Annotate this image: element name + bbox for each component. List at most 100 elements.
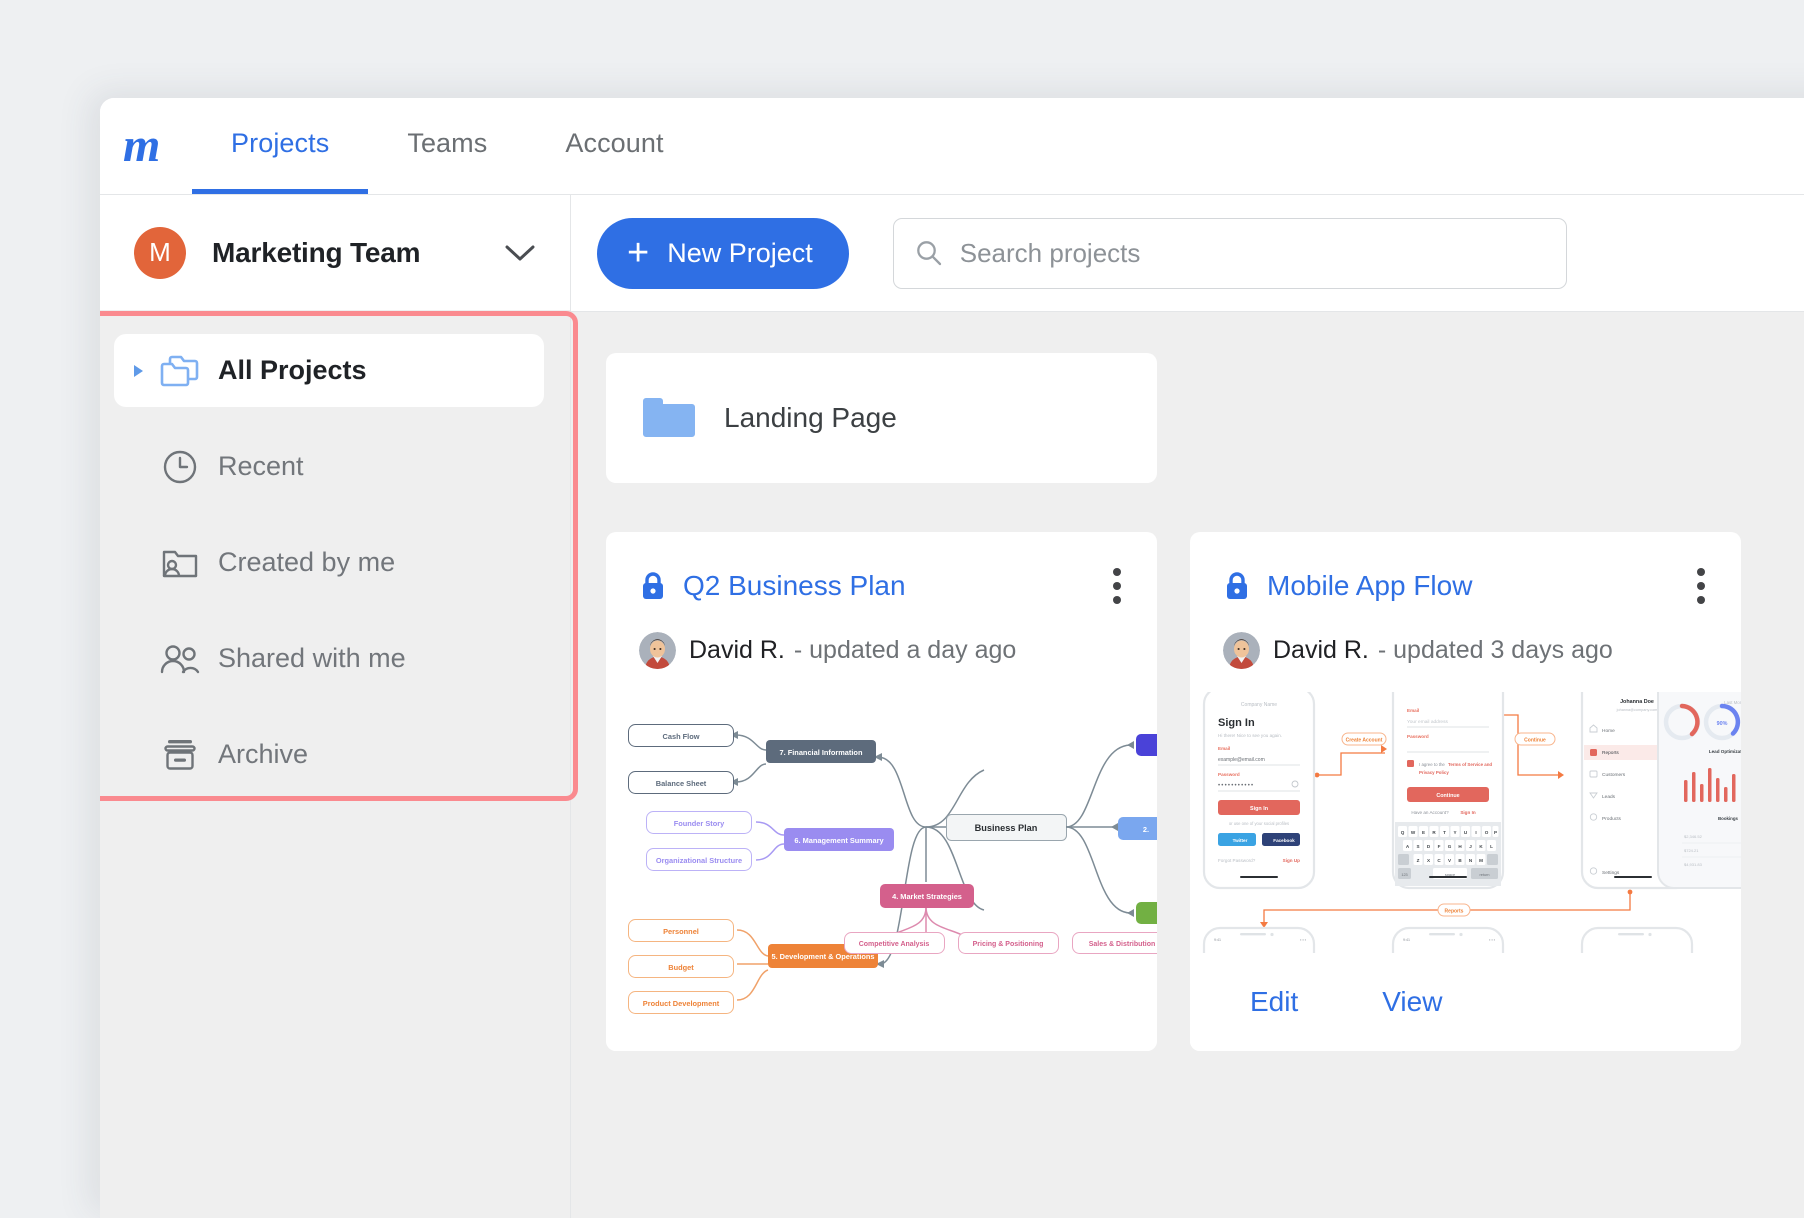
main-content: + New Project [571,195,1804,1218]
author-name: David R. [1273,636,1369,665]
svg-text:Home: Home [1602,728,1615,734]
svg-text:J: J [1469,844,1472,849]
sidebar-item-all-projects[interactable]: All Projects [114,334,544,407]
svg-text:Reports: Reports [1445,909,1464,915]
svg-text:return: return [1480,873,1490,877]
svg-text:T: T [1443,830,1446,835]
svg-text:I: I [1475,830,1476,835]
svg-text:Pricing & Positioning: Pricing & Positioning [973,941,1044,948]
svg-text:Balance Sheet: Balance Sheet [656,779,707,788]
svg-text:Create Account: Create Account [1346,738,1383,744]
svg-text:Product Development: Product Development [643,999,720,1008]
mindmeister-logo-icon[interactable]: m [100,98,192,194]
sidebar-item-all-projects-label: All Projects [218,355,367,386]
svg-text:F: F [1438,844,1441,849]
team-switcher[interactable]: M Marketing Team [100,195,570,310]
avatar [639,632,676,669]
svg-text:4. Market Strategies: 4. Market Strategies [892,892,962,901]
svg-text:Reports: Reports [1602,750,1619,756]
tab-projects[interactable]: Projects [192,98,368,194]
svg-text:Have an Account?: Have an Account? [1411,810,1449,815]
sidebar: M Marketing Team [100,195,571,1218]
project-card-mobile-app-flow[interactable]: Mobile App Flow [1190,532,1741,1051]
svg-text:Continue: Continue [1436,793,1459,799]
card-meta: David R. - updated 3 days ago [1190,610,1741,669]
team-name-label: Marketing Team [212,237,504,269]
svg-text:Sign In: Sign In [1460,810,1476,815]
sidebar-item-created-by-me[interactable]: Created by me [114,526,544,599]
svg-text:S: S [1416,844,1419,849]
svg-text:Products: Products [1602,816,1622,822]
svg-text:G: G [1448,844,1452,849]
svg-text:Terms of Service and: Terms of Service and [1448,762,1492,767]
main-toolbar: + New Project [571,195,1804,312]
svg-text:johanna@company.com: johanna@company.com [1616,708,1658,712]
svg-text:Customers: Customers [1602,772,1626,778]
kebab-menu-icon[interactable] [1689,562,1713,610]
svg-text:123: 123 [1401,873,1407,877]
search-field-wrapper[interactable] [893,218,1567,289]
project-thumbnail-mindmap: 7. Financial Information Cash Flow Balan… [606,692,1157,1051]
card-header: Q2 Business Plan [606,532,1157,610]
svg-text:Sign In: Sign In [1250,806,1268,812]
svg-text:W: W [1411,830,1416,835]
svg-text:90%: 90% [1717,721,1728,727]
svg-text:Last Month: Last Month [1724,700,1741,705]
svg-text:Founder Story: Founder Story [674,819,725,828]
avatar [1223,632,1260,669]
folder-card-landing-page[interactable]: Landing Page [606,353,1157,483]
card-meta: David R. - updated a day ago [606,610,1157,669]
folder-name-label: Landing Page [724,402,897,434]
chevron-down-icon[interactable] [504,243,542,263]
svg-text:Personnel: Personnel [663,927,699,936]
plus-icon: + [627,234,649,272]
svg-text:Email: Email [1407,708,1419,713]
project-card-q2-business-plan[interactable]: Q2 Business Plan [606,532,1157,1051]
tab-teams[interactable]: Teams [368,98,526,194]
view-button[interactable]: View [1382,986,1442,1018]
svg-text:Johanna Doe: Johanna Doe [1620,699,1654,705]
svg-text:Bookings: Bookings [1718,816,1739,821]
svg-text:Z: Z [1417,858,1420,863]
lock-icon [639,570,667,602]
new-project-label: New Project [667,238,813,269]
svg-text:Settings: Settings [1602,870,1620,876]
svg-text:Facebook: Facebook [1273,838,1295,843]
tab-projects-label: Projects [231,128,329,159]
project-title-link[interactable]: Mobile App Flow [1267,570,1472,602]
search-input[interactable] [960,238,1546,269]
project-cards-row: Q2 Business Plan [606,532,1804,1051]
sidebar-item-created-by-me-label: Created by me [218,547,395,578]
author-name: David R. [689,636,785,665]
kebab-menu-icon[interactable] [1105,562,1129,610]
sidebar-item-archive-label: Archive [218,739,308,770]
svg-text:E: E [1422,830,1425,835]
search-icon [914,238,944,268]
card-actions: Edit View [1190,953,1741,1051]
svg-text:•••••••••••: ••••••••••• [1218,783,1254,789]
project-title-link[interactable]: Q2 Business Plan [683,570,906,602]
folders-icon [152,353,208,389]
tab-account-label: Account [565,128,663,159]
edit-button[interactable]: Edit [1250,986,1298,1018]
team-avatar-initial: M [149,237,171,268]
svg-text:Email: Email [1218,746,1230,751]
new-project-button[interactable]: + New Project [597,218,849,289]
svg-text:m: m [123,123,160,169]
svg-text:Sign In: Sign In [1218,717,1255,729]
svg-text:Business Plan: Business Plan [975,823,1038,833]
caret-right-icon[interactable] [126,363,152,379]
sidebar-item-archive[interactable]: Archive [114,718,544,791]
archive-icon [152,736,208,774]
svg-text:6. Management Summary: 6. Management Summary [794,836,884,845]
sidebar-item-recent[interactable]: Recent [114,430,544,503]
svg-text:9:41: 9:41 [1214,938,1221,942]
svg-text:$4,931.83: $4,931.83 [1684,862,1703,867]
nav-tabs: Projects Teams Account [192,98,703,194]
sidebar-item-shared-with-me[interactable]: Shared with me [114,622,544,695]
people-icon [152,642,208,676]
tab-account[interactable]: Account [526,98,702,194]
svg-text:Hi there! Nice to see you agai: Hi there! Nice to see you again. [1218,733,1282,738]
body-split: M Marketing Team [100,195,1804,1218]
svg-text:Continue: Continue [1524,738,1546,744]
